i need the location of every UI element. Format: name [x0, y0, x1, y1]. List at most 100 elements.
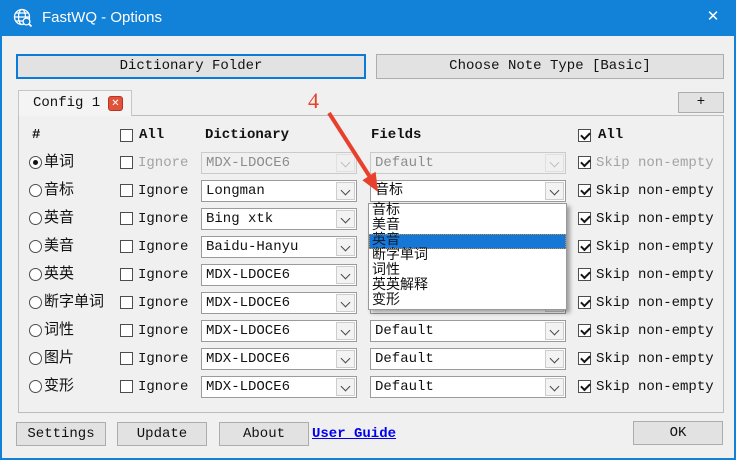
row-radio[interactable] — [29, 156, 42, 169]
update-button[interactable]: Update — [117, 422, 207, 446]
row-label: 单词 — [44, 149, 74, 177]
row-radio[interactable] — [29, 268, 42, 281]
chevron-down-icon[interactable] — [336, 294, 355, 312]
ignore-checkbox[interactable] — [120, 324, 133, 337]
chevron-down-icon[interactable] — [545, 154, 564, 172]
fields-select[interactable]: Default — [370, 320, 566, 342]
dictionary-select[interactable]: Longman — [201, 180, 357, 202]
dictionary-select[interactable]: MDX-LDOCE6 — [201, 292, 357, 314]
dictionary-value: MDX-LDOCE6 — [206, 323, 290, 339]
ignore-checkbox[interactable] — [120, 352, 133, 365]
skip-non-empty-checkbox[interactable] — [578, 240, 591, 253]
ignore-label: Ignore — [138, 177, 188, 205]
skip-non-empty-checkbox[interactable] — [578, 296, 591, 309]
tab-config1[interactable]: Config 1 ✕ — [18, 90, 132, 116]
all-skip-checkbox[interactable] — [578, 129, 591, 142]
chevron-down-icon[interactable] — [336, 378, 355, 396]
app-globe-icon — [12, 7, 34, 29]
skip-non-empty-checkbox[interactable] — [578, 324, 591, 337]
dictionary-select[interactable]: MDX-LDOCE6 — [201, 152, 357, 174]
dictionary-select[interactable]: MDX-LDOCE6 — [201, 348, 357, 370]
row-radio[interactable] — [29, 212, 42, 225]
skip-non-empty-label: Skip non-empty — [596, 317, 714, 345]
row-radio[interactable] — [29, 240, 42, 253]
chevron-down-icon[interactable] — [336, 210, 355, 228]
fields-value: Default — [375, 323, 434, 339]
fields-value: 音标 — [375, 183, 403, 199]
dropdown-item[interactable]: 词性 — [369, 264, 566, 279]
row-radio[interactable] — [29, 352, 42, 365]
ignore-label: Ignore — [138, 149, 188, 177]
row-label: 英英 — [44, 261, 74, 289]
skip-non-empty-label: Skip non-empty — [596, 233, 714, 261]
chevron-down-icon[interactable] — [545, 378, 564, 396]
skip-non-empty-checkbox[interactable] — [578, 352, 591, 365]
ignore-checkbox[interactable] — [120, 268, 133, 281]
chevron-down-icon[interactable] — [336, 350, 355, 368]
ignore-checkbox[interactable] — [120, 156, 133, 169]
ignore-checkbox[interactable] — [120, 296, 133, 309]
row-radio[interactable] — [29, 324, 42, 337]
chevron-down-icon[interactable] — [336, 238, 355, 256]
col-header-dictionary: Dictionary — [205, 127, 289, 143]
row-label: 美音 — [44, 233, 74, 261]
row-label: 变形 — [44, 373, 74, 401]
skip-non-empty-checkbox[interactable] — [578, 156, 591, 169]
row-radio[interactable] — [29, 184, 42, 197]
user-guide-link[interactable]: User Guide — [312, 426, 396, 442]
fields-select[interactable]: Default — [370, 376, 566, 398]
dropdown-item[interactable]: 英音 — [369, 234, 566, 249]
row-radio[interactable] — [29, 380, 42, 393]
dropdown-item[interactable]: 音标 — [369, 204, 566, 219]
dictionary-folder-button[interactable]: Dictionary Folder — [16, 54, 366, 79]
dropdown-item[interactable]: 断字单词 — [369, 249, 566, 264]
skip-non-empty-checkbox[interactable] — [578, 268, 591, 281]
dictionary-value: MDX-LDOCE6 — [206, 155, 290, 171]
chevron-down-icon[interactable] — [336, 182, 355, 200]
skip-non-empty-checkbox[interactable] — [578, 212, 591, 225]
fields-select[interactable]: 音标 — [370, 180, 566, 202]
dictionary-select[interactable]: MDX-LDOCE6 — [201, 320, 357, 342]
all-ignore-checkbox[interactable] — [120, 129, 133, 142]
row-radio[interactable] — [29, 296, 42, 309]
ignore-checkbox[interactable] — [120, 212, 133, 225]
tab-close-icon[interactable]: ✕ — [108, 96, 123, 111]
skip-non-empty-checkbox[interactable] — [578, 380, 591, 393]
chevron-down-icon[interactable] — [545, 350, 564, 368]
fields-select[interactable]: Default — [370, 152, 566, 174]
ignore-label: Ignore — [138, 261, 188, 289]
choose-note-type-button[interactable]: Choose Note Type [Basic] — [376, 54, 724, 79]
chevron-down-icon[interactable] — [545, 322, 564, 340]
dictionary-value: MDX-LDOCE6 — [206, 351, 290, 367]
skip-non-empty-label: Skip non-empty — [596, 373, 714, 401]
dictionary-select[interactable]: MDX-LDOCE6 — [201, 264, 357, 286]
skip-non-empty-checkbox[interactable] — [578, 184, 591, 197]
chevron-down-icon[interactable] — [336, 154, 355, 172]
ignore-checkbox[interactable] — [120, 380, 133, 393]
chevron-down-icon[interactable] — [545, 182, 564, 200]
dropdown-item[interactable]: 美音 — [369, 219, 566, 234]
add-config-button[interactable]: + — [678, 92, 724, 113]
about-button[interactable]: About — [219, 422, 309, 446]
tab-config1-label: Config 1 — [33, 91, 100, 115]
dropdown-item[interactable]: 变形 — [369, 294, 566, 309]
fields-value: Default — [375, 155, 434, 171]
ignore-checkbox[interactable] — [120, 240, 133, 253]
settings-button[interactable]: Settings — [16, 422, 106, 446]
ok-button[interactable]: OK — [633, 421, 723, 445]
dictionary-select[interactable]: Bing xtk — [201, 208, 357, 230]
col-header-all-right: All — [598, 127, 623, 143]
fields-select[interactable]: Default — [370, 348, 566, 370]
fields-value: Default — [375, 379, 434, 395]
dropdown-item[interactable]: 英英解释 — [369, 279, 566, 294]
chevron-down-icon[interactable] — [336, 322, 355, 340]
dictionary-select[interactable]: Baidu-Hanyu — [201, 236, 357, 258]
dictionary-value: MDX-LDOCE6 — [206, 295, 290, 311]
table-row: 音标 Ignore Longman 音标 Skip non-empty — [18, 177, 724, 205]
chevron-down-icon[interactable] — [336, 266, 355, 284]
row-label: 词性 — [44, 317, 74, 345]
dictionary-select[interactable]: MDX-LDOCE6 — [201, 376, 357, 398]
close-button[interactable]: ✕ — [690, 0, 736, 36]
ignore-checkbox[interactable] — [120, 184, 133, 197]
table-row: 变形 Ignore MDX-LDOCE6 Default Skip non-em… — [18, 373, 724, 401]
